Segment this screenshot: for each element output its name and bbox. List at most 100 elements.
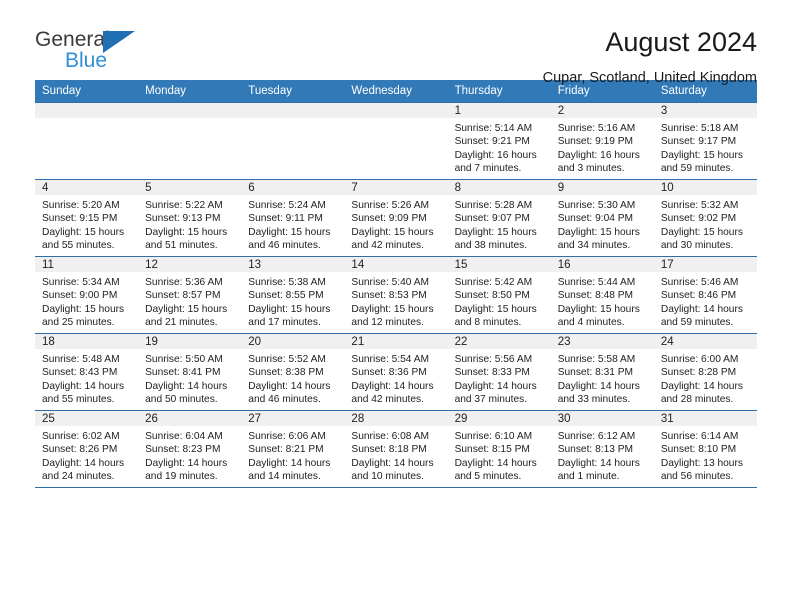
calendar-day-cell[interactable]: 29 Sunrise: 6:10 AM Sunset: 8:15 PM Dayligh… (447, 410, 551, 488)
calendar-day-cell[interactable]: 21 Sunrise: 5:54 AM Sunset: 8:36 PM Dayligh… (344, 333, 448, 411)
day-number: 5 (138, 180, 242, 195)
calendar-day-cell[interactable]: 26 Sunrise: 6:04 AM Sunset: 8:23 PM Dayligh… (138, 410, 242, 488)
calendar-day-cell[interactable]: 8 Sunrise: 5:28 AM Sunset: 9:07 PM Daylight… (447, 179, 551, 257)
sunset-text: Sunset: 9:13 PM (145, 213, 221, 225)
calendar-day-cell[interactable]: 24 Sunrise: 6:00 AM Sunset: 8:28 PM Dayligh… (653, 333, 757, 411)
daylight-text-line1: Daylight: 14 hours (351, 457, 434, 469)
sunset-text: Sunset: 8:46 PM (660, 290, 737, 302)
calendar-day-cell[interactable]: 13 Sunrise: 5:38 AM Sunset: 8:55 PM Dayligh… (241, 256, 345, 334)
daylight-text-line2: and 10 minutes. (351, 471, 424, 483)
calendar-day-cell[interactable]: 6 Sunrise: 5:24 AM Sunset: 9:11 PM Daylight… (241, 179, 345, 257)
calendar-day-cell[interactable]: 20 Sunrise: 5:52 AM Sunset: 8:38 PM Dayligh… (241, 333, 345, 411)
sunset-text: Sunset: 8:33 PM (454, 367, 530, 379)
sunrise-text: Sunrise: 5:38 AM (248, 277, 326, 288)
calendar-day-cell[interactable]: 28 Sunrise: 6:08 AM Sunset: 8:18 PM Dayligh… (344, 410, 448, 488)
calendar-day-cell[interactable]: 7 Sunrise: 5:26 AM Sunset: 9:09 PM Daylight… (344, 179, 448, 257)
calendar-day-cell[interactable]: 3 Sunrise: 5:18 AM Sunset: 9:17 PM Daylight… (653, 102, 757, 180)
calendar-week-row: 1 Sunrise: 5:14 AM Sunset: 9:21 PM Daylight… (35, 102, 757, 180)
daylight-text-line2: and 7 minutes. (454, 163, 522, 175)
sunset-text: Sunset: 8:31 PM (557, 367, 634, 379)
daylight-text-line1: Daylight: 15 hours (660, 149, 743, 161)
page-title: August 2024 (605, 27, 757, 57)
calendar-day-cell[interactable]: 23 Sunrise: 5:58 AM Sunset: 8:31 PM Dayligh… (550, 333, 654, 411)
day-details: Sunrise: 5:52 AM Sunset: 8:38 PM Daylight:… (241, 349, 344, 407)
sunrise-text: Sunrise: 5:42 AM (454, 277, 533, 288)
daylight-text-line2: and 59 minutes. (660, 317, 734, 329)
daylight-text-line2: and 42 minutes. (351, 394, 424, 406)
logo-text-general: General (35, 28, 110, 51)
sunset-text: Sunset: 8:53 PM (351, 290, 427, 302)
sunrise-text: Sunrise: 5:46 AM (660, 277, 739, 288)
sunrise-text: Sunrise: 6:10 AM (454, 431, 533, 442)
calendar-day-cell[interactable]: 16 Sunrise: 5:44 AM Sunset: 8:48 PM Dayligh… (550, 256, 654, 334)
day-number (138, 103, 242, 118)
calendar-day-cell[interactable]: 12 Sunrise: 5:36 AM Sunset: 8:57 PM Dayligh… (138, 256, 242, 334)
day-number: 10 (653, 180, 757, 195)
day-number: 25 (35, 411, 139, 426)
calendar-container: Sunday Monday Tuesday Wednesday Thursday… (35, 80, 757, 488)
daylight-text-line1: Daylight: 15 hours (351, 226, 434, 238)
daylight-text-line1: Daylight: 15 hours (351, 303, 434, 315)
daylight-text-line1: Daylight: 14 hours (454, 380, 537, 392)
sunset-text: Sunset: 8:10 PM (660, 444, 737, 456)
calendar-day-cell-empty (138, 102, 242, 180)
calendar-day-cell[interactable]: 25 Sunrise: 6:02 AM Sunset: 8:26 PM Dayligh… (35, 410, 139, 488)
day-number: 7 (344, 180, 448, 195)
calendar-day-cell[interactable]: 27 Sunrise: 6:06 AM Sunset: 8:21 PM Dayligh… (241, 410, 345, 488)
sunrise-text: Sunrise: 5:58 AM (557, 354, 636, 365)
calendar-day-cell[interactable]: 1 Sunrise: 5:14 AM Sunset: 9:21 PM Daylight… (447, 102, 551, 180)
day-number (344, 103, 448, 118)
sunset-text: Sunset: 9:04 PM (557, 213, 634, 225)
calendar-day-cell[interactable]: 19 Sunrise: 5:50 AM Sunset: 8:41 PM Dayligh… (138, 333, 242, 411)
daylight-text-line2: and 55 minutes. (42, 394, 115, 406)
sunrise-text: Sunrise: 5:26 AM (351, 200, 430, 211)
daylight-text-line1: Daylight: 16 hours (454, 149, 537, 161)
calendar-day-cell-empty (241, 102, 345, 180)
daylight-text-line2: and 14 minutes. (248, 471, 321, 483)
daylight-text-line2: and 51 minutes. (145, 240, 218, 252)
calendar-day-cell[interactable]: 22 Sunrise: 5:56 AM Sunset: 8:33 PM Dayligh… (447, 333, 551, 411)
day-details: Sunrise: 5:32 AM Sunset: 9:02 PM Daylight:… (654, 195, 757, 253)
sunrise-text: Sunrise: 5:48 AM (42, 354, 120, 365)
daylight-text-line2: and 56 minutes. (660, 471, 734, 483)
sunrise-text: Sunrise: 5:36 AM (145, 277, 223, 288)
logo-triangle-icon (103, 31, 135, 53)
calendar-week-row: 4 Sunrise: 5:20 AM Sunset: 9:15 PM Daylight… (35, 179, 757, 257)
general-blue-logo[interactable]: General Blue (35, 26, 155, 72)
calendar-day-cell[interactable]: 31 Sunrise: 6:14 AM Sunset: 8:10 PM Dayligh… (653, 410, 757, 488)
calendar-day-cell[interactable]: 14 Sunrise: 5:40 AM Sunset: 8:53 PM Dayligh… (344, 256, 448, 334)
calendar-day-cell[interactable]: 11 Sunrise: 5:34 AM Sunset: 9:00 PM Dayligh… (35, 256, 139, 334)
day-details: Sunrise: 5:40 AM Sunset: 8:53 PM Daylight:… (344, 272, 447, 330)
daylight-text-line1: Daylight: 14 hours (660, 380, 743, 392)
sunset-text: Sunset: 8:41 PM (145, 367, 221, 379)
calendar-day-cell[interactable]: 18 Sunrise: 5:48 AM Sunset: 8:43 PM Dayligh… (35, 333, 139, 411)
sunrise-text: Sunrise: 5:44 AM (557, 277, 636, 288)
calendar-day-cell[interactable]: 4 Sunrise: 5:20 AM Sunset: 9:15 PM Daylight… (35, 179, 139, 257)
day-number: 1 (447, 103, 551, 118)
sunrise-text: Sunrise: 5:32 AM (660, 200, 739, 211)
daylight-text-line2: and 34 minutes. (557, 240, 631, 252)
daylight-text-line1: Daylight: 15 hours (42, 226, 125, 238)
day-details: Sunrise: 5:42 AM Sunset: 8:50 PM Daylight:… (448, 272, 551, 330)
sunset-text: Sunset: 8:38 PM (248, 367, 324, 379)
logo-text-blue: Blue (65, 49, 108, 72)
calendar-day-cell[interactable]: 17 Sunrise: 5:46 AM Sunset: 8:46 PM Dayligh… (653, 256, 757, 334)
day-details: Sunrise: 5:36 AM Sunset: 8:57 PM Daylight:… (138, 272, 241, 330)
day-number: 3 (653, 103, 757, 118)
calendar-week-row: 11 Sunrise: 5:34 AM Sunset: 9:00 PM Dayligh… (35, 256, 757, 334)
calendar-day-cell[interactable]: 5 Sunrise: 5:22 AM Sunset: 9:13 PM Daylight… (138, 179, 242, 257)
day-number: 19 (138, 334, 242, 349)
sunset-text: Sunset: 9:15 PM (42, 213, 118, 225)
calendar-day-cell[interactable]: 10 Sunrise: 5:32 AM Sunset: 9:02 PM Dayligh… (653, 179, 757, 257)
day-number: 24 (653, 334, 757, 349)
sunrise-text: Sunrise: 6:04 AM (145, 431, 223, 442)
calendar-day-cell[interactable]: 15 Sunrise: 5:42 AM Sunset: 8:50 PM Dayligh… (447, 256, 551, 334)
calendar-day-cell[interactable]: 2 Sunrise: 5:16 AM Sunset: 9:19 PM Daylight… (550, 102, 654, 180)
weekday-header-wednesday: Wednesday (344, 80, 448, 103)
day-details: Sunrise: 5:38 AM Sunset: 8:55 PM Daylight:… (241, 272, 344, 330)
day-details: Sunrise: 5:58 AM Sunset: 8:31 PM Daylight:… (551, 349, 654, 407)
day-details: Sunrise: 5:24 AM Sunset: 9:11 PM Daylight:… (241, 195, 344, 253)
sunrise-text: Sunrise: 5:22 AM (145, 200, 223, 211)
calendar-day-cell[interactable]: 9 Sunrise: 5:30 AM Sunset: 9:04 PM Daylight… (550, 179, 654, 257)
calendar-day-cell[interactable]: 30 Sunrise: 6:12 AM Sunset: 8:13 PM Dayligh… (550, 410, 654, 488)
